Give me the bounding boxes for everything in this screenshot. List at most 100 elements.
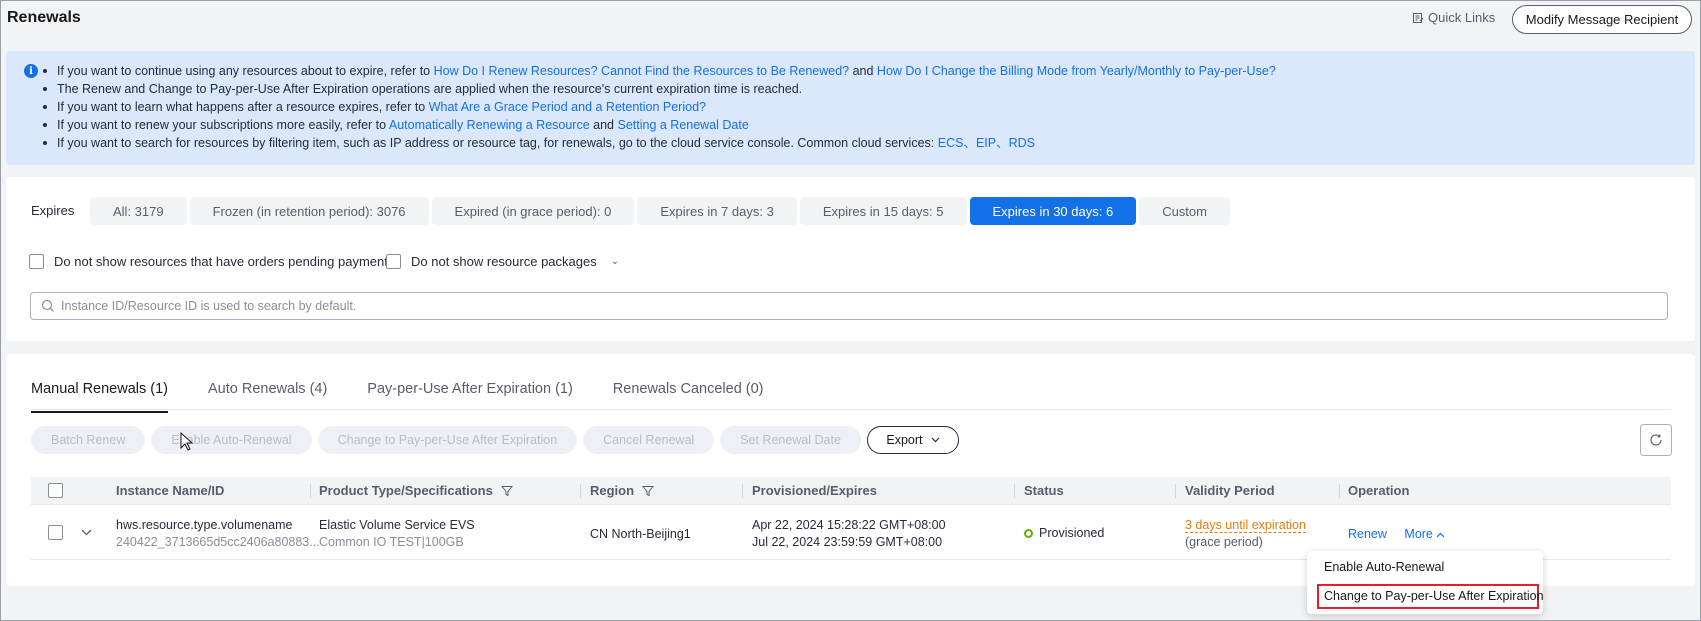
modify-message-recipient-button[interactable]: Modify Message Recipient (1512, 5, 1692, 34)
column-label: Provisioned/Expires (752, 483, 877, 498)
expires-tab-15-days[interactable]: Expires in 15 days: 5 (799, 197, 967, 225)
resource-packages-label: Do not show resource packages (411, 254, 597, 269)
column-status: Status (1024, 477, 1064, 505)
validity-period[interactable]: 3 days until expiration (1185, 518, 1306, 533)
renew-link[interactable]: Renew (1348, 527, 1387, 541)
separator: 、 (996, 136, 1009, 150)
operation-cell: Renew More (1348, 527, 1445, 541)
column-operation: Operation (1348, 477, 1409, 505)
column-label: Status (1024, 483, 1064, 498)
row-checkbox[interactable] (48, 525, 63, 540)
more-menu-trigger[interactable]: More (1404, 527, 1445, 541)
refresh-button[interactable] (1640, 424, 1672, 456)
search-icon (41, 299, 54, 312)
info-item: If you want to search for resources by f… (43, 134, 1276, 152)
search-box[interactable] (30, 292, 1668, 320)
resource-packages-checkbox-row[interactable]: Do not show resource packages ⌄ (386, 254, 619, 269)
refresh-icon (1650, 434, 1662, 446)
filter-card: Expires All: 3179 Frozen (in retention p… (6, 177, 1695, 341)
table-header: Instance Name/ID Product Type/Specificat… (31, 477, 1671, 505)
provisioned-cell: Apr 22, 2024 15:28:22 GMT+08:00 Jul 22, … (752, 518, 946, 549)
column-product: Product Type/Specifications (319, 477, 513, 505)
column-separator (310, 484, 311, 498)
cancel-renewal-button[interactable]: Cancel Renewal (583, 426, 715, 454)
enable-auto-renewal-button[interactable]: Enable Auto-Renewal (151, 426, 312, 454)
column-label: Product Type/Specifications (319, 483, 493, 498)
column-separator (580, 484, 581, 498)
status-cell: Provisioned (1024, 526, 1104, 540)
info-text: If you want to renew your subscriptions … (57, 118, 389, 132)
info-text: If you want to continue using any resour… (57, 64, 434, 78)
more-label: More (1404, 527, 1433, 541)
expand-row-icon[interactable] (81, 529, 92, 536)
info-item: If you want to learn what happens after … (43, 98, 1276, 116)
product-cell: Elastic Volume Service EVS Common IO TES… (319, 518, 475, 549)
action-toolbar: Batch Renew Enable Auto-Renewal Change t… (31, 426, 959, 454)
column-label: Region (590, 483, 635, 498)
product-type: Elastic Volume Service EVS (319, 518, 475, 532)
export-button[interactable]: Export (866, 426, 959, 454)
filter-icon[interactable] (642, 485, 655, 497)
column-instance: Instance Name/ID (116, 477, 224, 505)
change-billing-mode-link[interactable]: How Do I Change the Billing Mode from Ye… (877, 64, 1276, 78)
validity-note: (grace period) (1185, 535, 1263, 549)
status-provisioned-icon (1024, 529, 1033, 538)
select-all-checkbox[interactable] (48, 483, 63, 498)
status-label: Provisioned (1039, 526, 1105, 540)
chevron-down-icon (931, 437, 939, 443)
renew-resources-link[interactable]: How Do I Renew Resources? Cannot Find th… (434, 64, 850, 78)
setting-renewal-date-link[interactable]: Setting a Renewal Date (617, 118, 748, 132)
info-text: and (589, 118, 618, 132)
grace-period-link[interactable]: What Are a Grace Period and a Retention … (429, 100, 706, 114)
info-text: The Renew and Change to Pay-per-Use Afte… (57, 82, 803, 96)
column-validity: Validity Period (1185, 477, 1275, 505)
chevron-down-icon[interactable]: ⌄ (611, 256, 619, 267)
chevron-up-icon (1436, 532, 1445, 538)
info-text: and (849, 64, 877, 78)
column-separator (742, 484, 743, 498)
rds-link[interactable]: RDS (1009, 136, 1035, 150)
menu-item-change-to-pay-per-use[interactable]: Change to Pay-per-Use After Expiration (1324, 589, 1544, 603)
quick-links-link[interactable]: Quick Links (1412, 10, 1495, 25)
column-separator (1339, 484, 1340, 498)
expires-tab-expired[interactable]: Expired (in grace period): 0 (431, 197, 635, 225)
auto-renewing-link[interactable]: Automatically Renewing a Resource (389, 118, 590, 132)
expires-tab-frozen[interactable]: Frozen (in retention period): 3076 (189, 197, 429, 225)
more-dropdown-menu: Enable Auto-Renewal Change to Pay-per-Us… (1307, 551, 1544, 614)
filter-icon[interactable] (500, 485, 513, 497)
region-cell: CN North-Beijing1 (590, 527, 691, 541)
change-to-pay-per-use-button[interactable]: Change to Pay-per-Use After Expiration (317, 426, 578, 454)
expires-tab-custom[interactable]: Custom (1139, 197, 1230, 225)
quick-links-label: Quick Links (1428, 10, 1496, 25)
expires-tab-all[interactable]: All: 3179 (90, 197, 187, 225)
product-spec: Common IO TEST|100GB (319, 535, 464, 549)
divider (31, 409, 1671, 410)
info-item: The Renew and Change to Pay-per-Use Afte… (43, 80, 1276, 98)
info-icon: i (24, 64, 38, 78)
pending-payment-label: Do not show resources that have orders p… (54, 254, 388, 269)
page-title: Renewals (7, 9, 81, 26)
ecs-link[interactable]: ECS (938, 136, 964, 150)
export-label: Export (886, 433, 923, 447)
validity-cell: 3 days until expiration (grace period) (1185, 518, 1306, 549)
set-renewal-date-button[interactable]: Set Renewal Date (720, 426, 861, 454)
column-label: Operation (1348, 483, 1410, 498)
batch-renew-button[interactable]: Batch Renew (31, 426, 146, 454)
mouse-cursor-icon (180, 432, 194, 451)
resource-packages-checkbox[interactable] (386, 254, 401, 269)
pending-payment-checkbox-row[interactable]: Do not show resources that have orders p… (29, 254, 388, 269)
provisioned-date: Apr 22, 2024 15:28:22 GMT+08:00 (752, 518, 946, 532)
pending-payment-checkbox[interactable] (29, 254, 44, 269)
expires-label: Expires (31, 203, 75, 218)
info-text: If you want to learn what happens after … (57, 100, 429, 114)
eip-link[interactable]: EIP (976, 136, 996, 150)
expires-tab-7-days[interactable]: Expires in 7 days: 3 (637, 197, 797, 225)
instance-cell: hws.resource.type.volumename 240422_3713… (116, 518, 320, 549)
menu-item-enable-auto-renewal[interactable]: Enable Auto-Renewal (1324, 560, 1444, 574)
info-banner: i If you want to continue using any reso… (6, 51, 1695, 165)
expires-tab-30-days[interactable]: Expires in 30 days: 6 (969, 197, 1137, 225)
expires-date: Jul 22, 2024 23:59:59 GMT+08:00 (752, 535, 943, 549)
search-input[interactable] (61, 299, 1561, 313)
column-label: Validity Period (1185, 483, 1275, 498)
expires-filter-tabs: All: 3179 Frozen (in retention period): … (90, 197, 1230, 225)
